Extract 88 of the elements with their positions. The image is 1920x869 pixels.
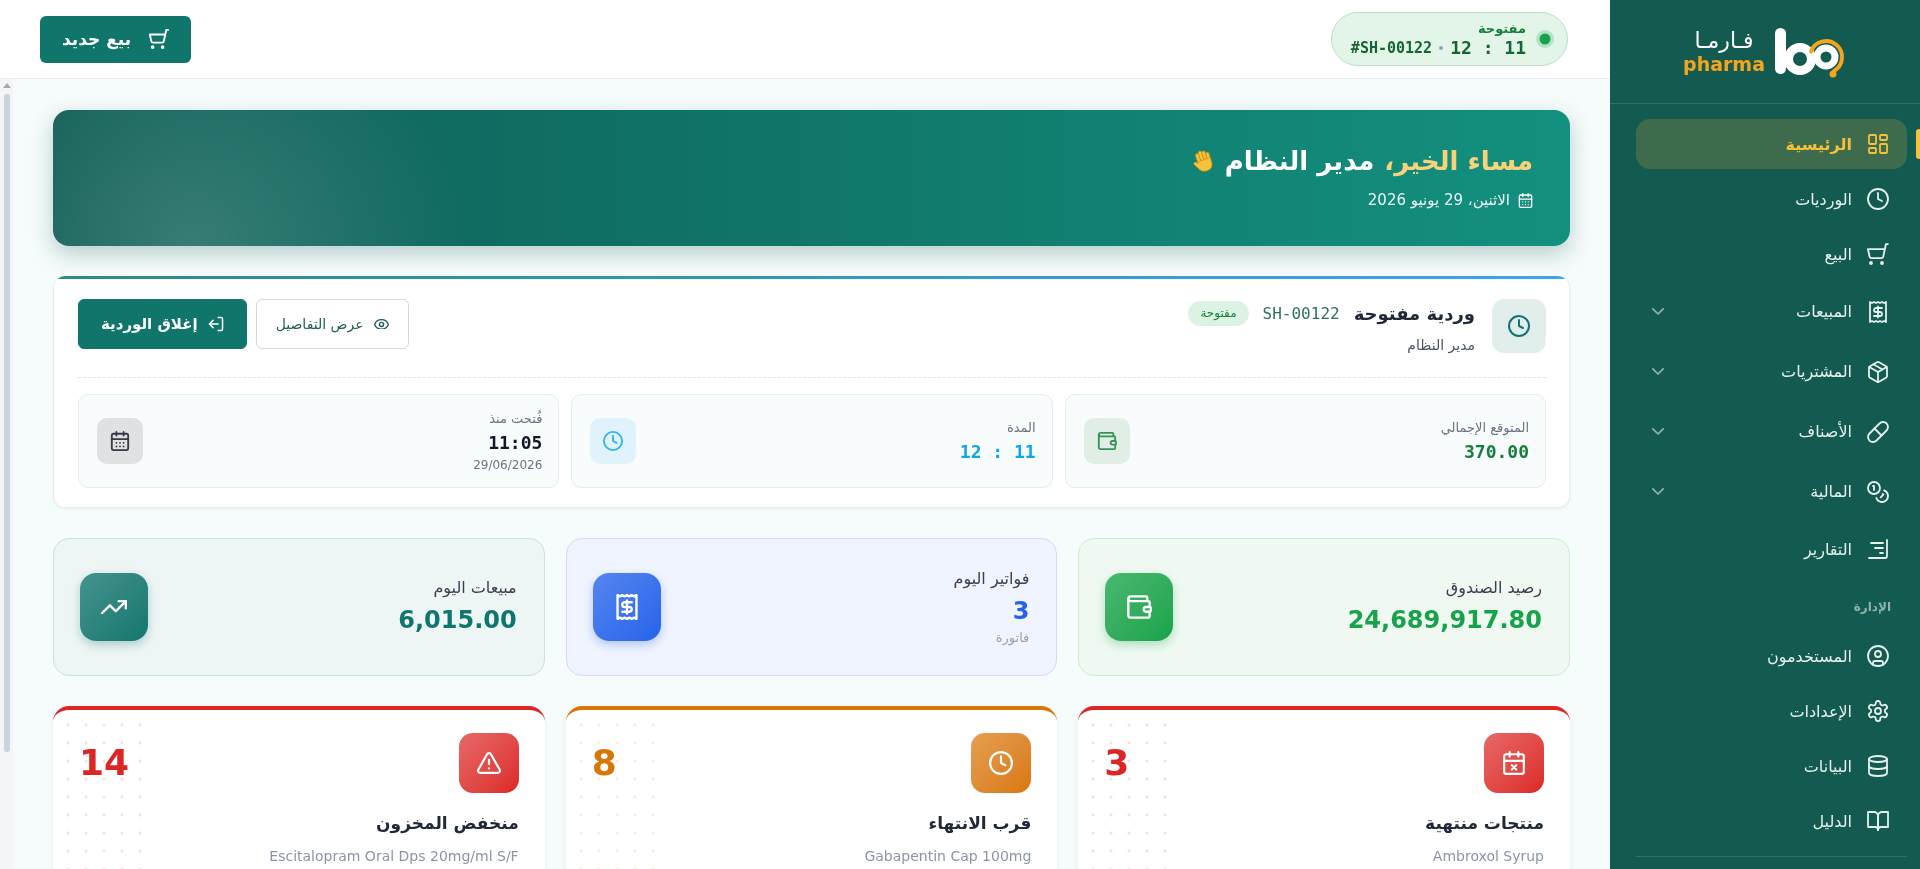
- chevron-down-icon: [1652, 488, 1664, 495]
- alert-title: منخفض المخزون: [375, 812, 519, 835]
- greeting-text: مساء الخير،: [1384, 145, 1533, 179]
- sidebar-item[interactable]: الورديات: [1636, 174, 1907, 224]
- metric-value: 370.00: [1463, 439, 1529, 464]
- coins-icon: [1867, 480, 1889, 503]
- stat-value: 3: [1012, 595, 1030, 627]
- database-icon: [1867, 755, 1889, 777]
- shift-title: وردية مفتوحة: [1353, 302, 1475, 324]
- sidebar-item[interactable]: المشتريات: [1636, 344, 1907, 399]
- clock-icon: [1867, 188, 1889, 210]
- grid-icon: [1867, 133, 1889, 155]
- bar-chart-icon: [1867, 538, 1889, 560]
- sidebar-item[interactable]: الدليل: [1636, 796, 1907, 846]
- calendar-icon: [1518, 192, 1533, 208]
- metric-subtext: 29/06/2026: [473, 456, 543, 473]
- status-dot-icon: [1536, 30, 1554, 48]
- chevron-down-icon: [1652, 428, 1664, 435]
- user-name: مدير النظام: [1407, 336, 1475, 355]
- logout-icon: [207, 316, 224, 332]
- sidebar-item[interactable]: الإعدادات: [1636, 686, 1907, 736]
- chevron-down-icon: [1652, 308, 1664, 315]
- metric-value: 12 : 11: [959, 439, 1036, 464]
- sidebar-item[interactable]: البيانات: [1636, 741, 1907, 791]
- calendar-x-icon: [1484, 733, 1544, 793]
- user-name: مدير النظام: [1224, 145, 1375, 179]
- metric-label: المدة: [1006, 418, 1036, 437]
- new-sale-button[interactable]: بيع جديد: [40, 15, 192, 63]
- eye-icon: [373, 318, 389, 330]
- receipt-icon: [1867, 300, 1889, 323]
- sidebar-item[interactable]: الأصناف: [1636, 404, 1907, 459]
- close-shift-button[interactable]: إغلاق الوردية: [78, 299, 247, 349]
- count-value: 3: [1104, 741, 1130, 785]
- metric-label: فُتحت منذ: [489, 409, 543, 428]
- scrollbar[interactable]: [0, 79, 13, 869]
- chevron-down-icon: [1652, 368, 1664, 375]
- elapsed-time: 12 : 11: [1450, 37, 1526, 58]
- clock-icon: [1492, 299, 1546, 353]
- metric-label: المتوقع الإجمالي: [1440, 418, 1529, 437]
- wallet-icon: [1105, 573, 1174, 641]
- logo-icon: [1772, 25, 1847, 78]
- stat-label: مبيعات اليوم: [433, 576, 517, 599]
- product-name: Ambroxol Syrup: [1431, 847, 1544, 866]
- receipt-icon: [592, 573, 661, 641]
- shift-code: SH-00122: [1262, 303, 1340, 323]
- cart-icon: [149, 29, 170, 49]
- sidebar-item[interactable]: المستخدمون: [1636, 631, 1907, 681]
- pill-icon: [1867, 420, 1889, 443]
- stat-label: فواتير اليوم: [953, 567, 1030, 590]
- active-indicator: [1916, 129, 1920, 159]
- count-value: 14: [79, 741, 130, 785]
- status-badge: مفتوحة: [1188, 300, 1249, 326]
- view-details-button[interactable]: عرض التفاصيل: [255, 299, 409, 349]
- box-icon: [1867, 360, 1889, 383]
- metric-value: 11:05: [488, 430, 543, 455]
- waving-hand-icon: [1190, 149, 1215, 173]
- alert-title: قرب الانتهاء: [927, 812, 1032, 835]
- calendar-icon: [97, 418, 143, 464]
- product-name: Escitalopram Oral Dps 20mg/ml S/F: [268, 847, 519, 866]
- warning-icon: [458, 733, 519, 793]
- logo-text: فـارمـا: [1694, 28, 1754, 53]
- logo-text: pharma: [1683, 52, 1765, 75]
- sidebar-item[interactable]: المبيعات: [1636, 284, 1907, 339]
- settings-icon: [1867, 700, 1889, 722]
- count-value: 8: [591, 741, 617, 785]
- cart-icon: [1867, 243, 1889, 265]
- sidebar-item[interactable]: المالية: [1636, 464, 1907, 519]
- clock-icon: [590, 418, 637, 464]
- trend-up-icon: [80, 573, 148, 641]
- stat-value: 6,015.00: [398, 604, 517, 636]
- product-name: Gabapentin Cap 100mg: [863, 847, 1032, 866]
- clock-icon: [971, 733, 1032, 793]
- alert-title: منتجات منتهية: [1424, 812, 1544, 835]
- stat-label: رصيد الصندوق: [1445, 576, 1542, 599]
- sidebar-item[interactable]: التقارير: [1636, 524, 1907, 574]
- sidebar-item[interactable]: البيع: [1636, 229, 1907, 279]
- shift-id: #SH-00122: [1350, 38, 1433, 57]
- status-label: مفتوحة: [1477, 20, 1526, 37]
- wallet-icon: [1083, 418, 1130, 464]
- stat-unit: فاتورة: [995, 628, 1030, 647]
- date-text: الاثنين، 29 يونيو 2026: [1367, 190, 1510, 211]
- scrollbar-thumb[interactable]: [3, 94, 10, 752]
- sidebar-item[interactable]: الرئيسية: [1636, 119, 1907, 169]
- section-title: الإدارة: [1853, 599, 1891, 615]
- user-icon: [1867, 645, 1889, 667]
- scroll-up-arrow-icon: [2, 83, 11, 88]
- stat-value: 24,689,917.80: [1347, 604, 1542, 636]
- book-icon: [1867, 810, 1889, 832]
